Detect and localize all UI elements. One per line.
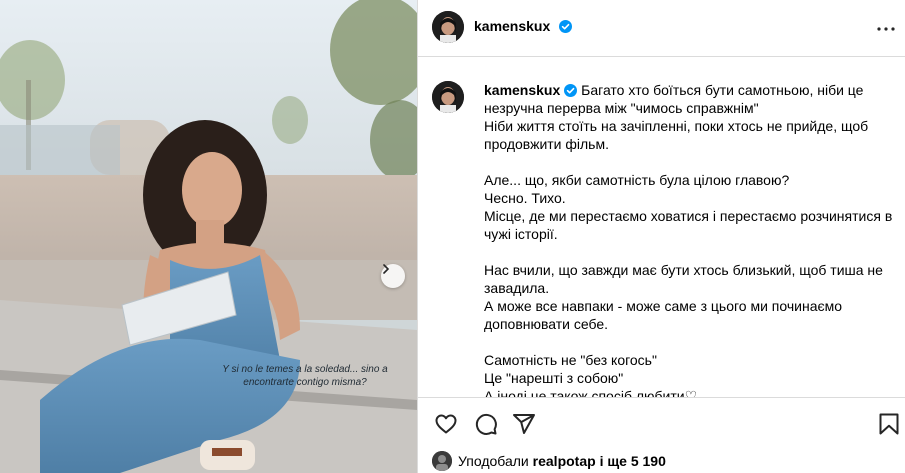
share-icon bbox=[513, 414, 535, 434]
likes-prefix: Уподобали bbox=[458, 453, 529, 469]
heart-icon bbox=[435, 414, 457, 434]
more-options-icon bbox=[877, 27, 895, 31]
likes-user[interactable]: realpotap bbox=[533, 453, 596, 469]
liker-avatar[interactable] bbox=[432, 451, 452, 471]
comment-button[interactable] bbox=[474, 412, 498, 441]
photo-overlay-text: Y si no le temes a la soledad... sino a … bbox=[222, 364, 388, 388]
caption-block: kamenskux Багато хто боїться бути самотн… bbox=[484, 81, 894, 397]
post-photo[interactable]: Y si no le temes a la soledad... sino a … bbox=[0, 0, 417, 473]
header-username-row: kamenskux bbox=[474, 18, 572, 36]
carousel-next-button[interactable] bbox=[381, 264, 405, 288]
avatar-image bbox=[432, 81, 464, 113]
verified-badge-icon bbox=[558, 20, 572, 33]
bookmark-icon bbox=[879, 413, 899, 435]
avatar-image bbox=[432, 11, 464, 43]
comments-section[interactable]: kamenskux Багато хто боїться бути самотн… bbox=[418, 57, 905, 397]
avatar[interactable] bbox=[432, 11, 464, 43]
likes-count[interactable]: і ще 5 190 bbox=[600, 453, 666, 469]
liker-avatar-image bbox=[432, 451, 452, 471]
post-header: kamenskux bbox=[418, 0, 905, 57]
header-username[interactable]: kamenskux bbox=[474, 18, 550, 34]
save-button[interactable] bbox=[878, 412, 900, 441]
action-bar bbox=[418, 397, 905, 450]
caption-avatar[interactable] bbox=[432, 81, 464, 113]
chevron-right-icon bbox=[383, 264, 390, 274]
post-image bbox=[0, 0, 417, 473]
verified-badge-icon bbox=[564, 84, 578, 97]
like-button[interactable] bbox=[434, 412, 458, 441]
more-options-button[interactable] bbox=[877, 18, 895, 36]
share-button[interactable] bbox=[512, 412, 536, 441]
comment-icon bbox=[475, 413, 497, 435]
likes-row: Уподобали realpotap і ще 5 190 bbox=[432, 449, 666, 473]
caption-text: Багато хто боїться бути самотньою, ніби … bbox=[484, 82, 893, 397]
caption-username[interactable]: kamenskux bbox=[484, 82, 560, 98]
